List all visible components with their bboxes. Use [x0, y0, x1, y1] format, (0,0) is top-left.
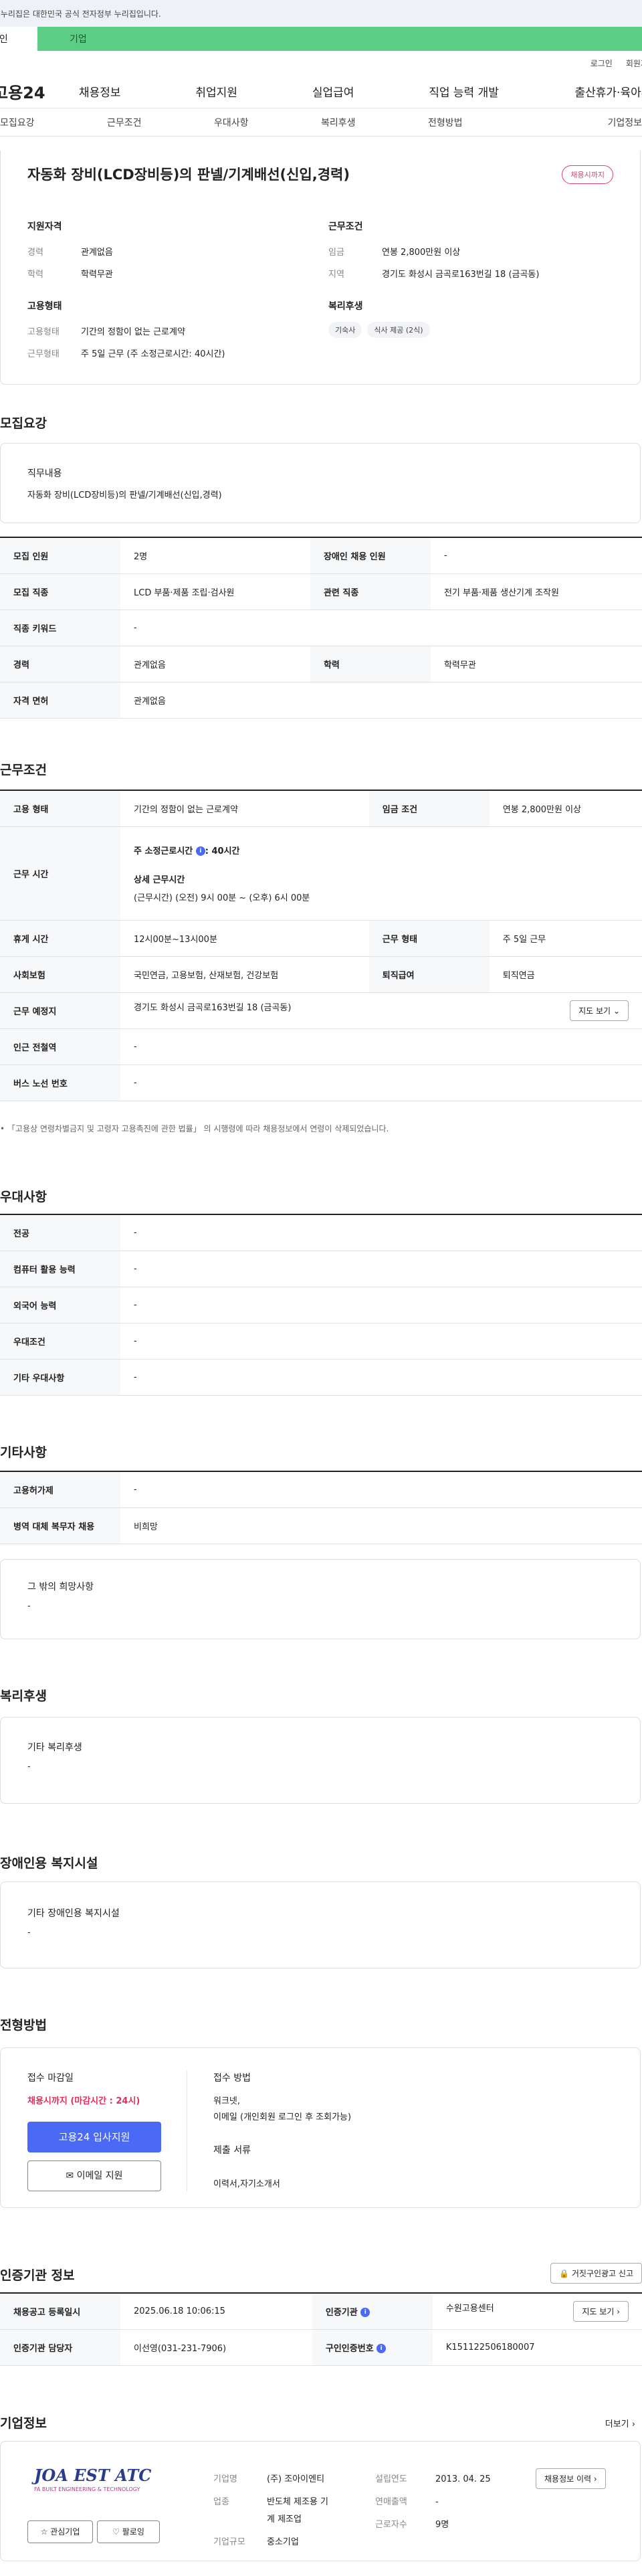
- etc-heading: 기타사항: [0, 1445, 47, 1460]
- info-icon[interactable]: i: [195, 846, 205, 856]
- subnav-recruit[interactable]: 모집요강: [0, 116, 107, 129]
- age-note: • 「고용상 연령차별금지 및 고령자 고용촉진에 관한 법률」 의 시행령에 …: [0, 1124, 389, 1133]
- chip-meal: 식사 제공 (2식): [367, 322, 430, 338]
- table-row: 고용허가제 -: [0, 1471, 642, 1508]
- info-icon[interactable]: i: [360, 2308, 370, 2318]
- table-row: 휴게 시간 12시00분~13시00분 근무 형태 주 5일 근무: [0, 920, 642, 957]
- pref-table: 전공 - 컴퓨터 활용 능력 - 외국어 능력 - 우대조건 - 기타 우대사항 -: [0, 1214, 642, 1396]
- global-nav: 고용24 채용정보 취업지원 실업급여 직업 능력 개발 출산휴가·육아휴직: [0, 75, 642, 108]
- gnb-benefit[interactable]: 실업급여: [312, 83, 429, 100]
- lock-icon: 🔒: [559, 2269, 570, 2278]
- table-row: 병역 대체 복무자 채용 비희망: [0, 1507, 642, 1544]
- utility-links: 로그인 회원가입: [0, 51, 642, 75]
- table-row: 우대조건 -: [0, 1323, 642, 1360]
- info-icon[interactable]: i: [377, 2344, 387, 2353]
- welfare-section: 복리후생 기숙사 식사 제공 (2식): [328, 299, 609, 338]
- subnav-process[interactable]: 전형방법: [428, 116, 535, 129]
- subnav-company[interactable]: 기업정보: [535, 116, 642, 129]
- report-button[interactable]: 🔒 거짓구인광고 신고: [550, 2263, 642, 2284]
- job-title: 자동화 장비(LCD장비등)의 판넬/기계배선(신입,경력): [27, 167, 350, 183]
- chip-dorm: 기숙사: [328, 322, 362, 338]
- join-link[interactable]: 회원가입: [626, 58, 642, 69]
- map-button[interactable]: 지도 보기 ⌄: [570, 1000, 629, 1021]
- work-section: 근무조건 임금 연봉 2,800만원 이상 지역 경기도 화성시 금곡로163번길 …: [328, 221, 540, 280]
- more-link[interactable]: 더보기 ›: [605, 2417, 635, 2429]
- subnav-pref[interactable]: 우대사항: [214, 116, 321, 129]
- star-icon: ☆: [40, 2527, 48, 2537]
- table-row: 자격 면허 관계없음: [0, 682, 642, 719]
- follow-button[interactable]: ♡ 팔로잉: [97, 2520, 160, 2543]
- auth-table: 채용공고 등록일시 2025.06.18 10:06:15 인증기관 i 수원고용센터…: [0, 2292, 642, 2366]
- table-row: 모집 인원 2명 장애인 채용 인원 -: [0, 537, 642, 574]
- gnb-leave[interactable]: 출산휴가·육아휴직: [546, 83, 642, 100]
- auth-heading: 인증기관 정보: [0, 2268, 75, 2283]
- table-row: 버스 노선 번호 -: [0, 1065, 642, 1101]
- table-row: 모집 직종 LCD 부품·제품 조립·검사원 관련 직종 전기 부품·제품 생산기계 …: [0, 573, 642, 610]
- section-nav: 모집요강 근무조건 우대사항 복리후생 전형방법 기업정보: [0, 108, 642, 136]
- table-row: 인증기관 담당자 이선영(031-231-7906) 구인인증번호 i K151122…: [0, 2329, 642, 2366]
- table-row: 고용 형태 기간의 정함이 없는 근로계약 임금 조건 연봉 2,800만원 이상: [0, 790, 642, 827]
- history-button[interactable]: 채용정보 이력 ›: [536, 2468, 606, 2489]
- table-row: 직종 키워드 -: [0, 610, 642, 646]
- company-logo: JOA EST ATC FA BUILT ENGINEERING & TECHN…: [34, 2466, 152, 2492]
- table-row: 근무 시간 주 소정근로시간 i: 40시간 상세 근무시간 (근무시간) (오…: [0, 826, 642, 921]
- tab-business[interactable]: 기업: [37, 27, 642, 51]
- welfare-heading: 복리후생: [0, 1689, 47, 1704]
- table-row: 기타 우대사항 -: [0, 1359, 642, 1396]
- summary-card: 자동화 장비(LCD장비등)의 판넬/기계배선(신입,경력) 채용시까지 지원자…: [0, 151, 641, 385]
- disab-heading: 장애인용 복지시설: [0, 1856, 98, 1871]
- gnb-jobs[interactable]: 채용정보: [79, 83, 195, 100]
- company-card: JOA EST ATC FA BUILT ENGINEERING & TECHN…: [0, 2441, 641, 2561]
- mail-icon: ✉: [66, 2171, 74, 2181]
- table-row: 인근 전철역 -: [0, 1028, 642, 1065]
- gnb-support[interactable]: 취업지원: [195, 83, 312, 100]
- recruit-heading: 모집요강: [0, 416, 47, 431]
- qual-section: 지원자격 경력 관계없음 학력 학력무관: [27, 221, 113, 280]
- process-card: 접수 마감일 채용시까지 (마감시간 : 24시) 고용24 입사지원 ✉ 이메…: [0, 2047, 641, 2208]
- table-row: 컴퓨터 활용 능력 -: [0, 1251, 642, 1287]
- tab-individual[interactable]: 개인: [0, 27, 37, 51]
- table-row: 사회보험 국민연금, 고용보험, 산재보험, 건강보험 퇴직급여 퇴직연금: [0, 956, 642, 993]
- email-apply-button[interactable]: ✉ 이메일 지원: [27, 2160, 161, 2191]
- gnb-training[interactable]: 직업 능력 개발: [429, 83, 545, 100]
- company-heading: 기업정보: [0, 2416, 47, 2431]
- etc-table: 고용허가제 - 병역 대체 복무자 채용 비희망: [0, 1471, 642, 1544]
- login-link[interactable]: 로그인: [591, 58, 613, 69]
- fav-company-button[interactable]: ☆ 관심기업: [27, 2520, 93, 2543]
- disab-card: 기타 장애인용 복지시설 -: [0, 1881, 641, 1968]
- work-table: 고용 형태 기간의 정함이 없는 근로계약 임금 조건 연봉 2,800만원 이상 근…: [0, 790, 642, 1101]
- heart-icon: ♡: [112, 2527, 120, 2537]
- subnav-work[interactable]: 근무조건: [107, 116, 214, 129]
- table-row: 근무 예정지 경기도 화성시 금곡로163번길 18 (금곡동) 지도 보기 ⌄: [0, 992, 642, 1029]
- pref-heading: 우대사항: [0, 1190, 47, 1204]
- work-heading: 근무조건: [0, 763, 47, 777]
- recruit-table: 모집 인원 2명 장애인 채용 인원 - 모집 직종 LCD 부품·제품 조립·검사원 관…: [0, 537, 642, 719]
- emp-section: 고용형태 고용형태 기간의 정함이 없는 근로계약 근무형태 주 5일 근무 (주 …: [27, 301, 225, 359]
- deadline-badge: 채용시까지: [562, 165, 613, 184]
- table-row: 외국어 능력 -: [0, 1287, 642, 1323]
- process-heading: 전형방법: [0, 2018, 47, 2033]
- welfare-card: 기타 복리후생 -: [0, 1717, 641, 1804]
- gov-notice-bar: 이 누리집은 대한민국 공식 전자정부 누리집입니다.: [0, 0, 642, 27]
- apply-button[interactable]: 고용24 입사지원: [27, 2122, 161, 2152]
- table-row: 채용공고 등록일시 2025.06.18 10:06:15 인증기관 i 수원고용센터…: [0, 2293, 642, 2330]
- auth-map-button[interactable]: 지도 보기 ›: [573, 2300, 629, 2322]
- table-row: 전공 -: [0, 1214, 642, 1251]
- user-type-tabs: 개인 기업: [0, 27, 642, 51]
- gov-notice: 이 누리집은 대한민국 공식 전자정부 누리집입니다.: [0, 9, 161, 19]
- table-row: 경력 관계없음 학력 학력무관: [0, 646, 642, 682]
- site-logo[interactable]: 고용24: [0, 80, 79, 103]
- wish-card: 그 밖의 희망사항 -: [0, 1559, 641, 1639]
- chevron-right-icon: ›: [617, 2306, 620, 2316]
- subnav-welfare[interactable]: 복리후생: [321, 116, 428, 129]
- deadline-value: 채용시까지 (마감시간 : 24시): [27, 2096, 140, 2106]
- chevron-down-icon: ⌄: [613, 1006, 620, 1016]
- duty-card: 직무내용 자동화 장비(LCD장비등)의 판넬/기계배선(신입,경력): [0, 443, 641, 523]
